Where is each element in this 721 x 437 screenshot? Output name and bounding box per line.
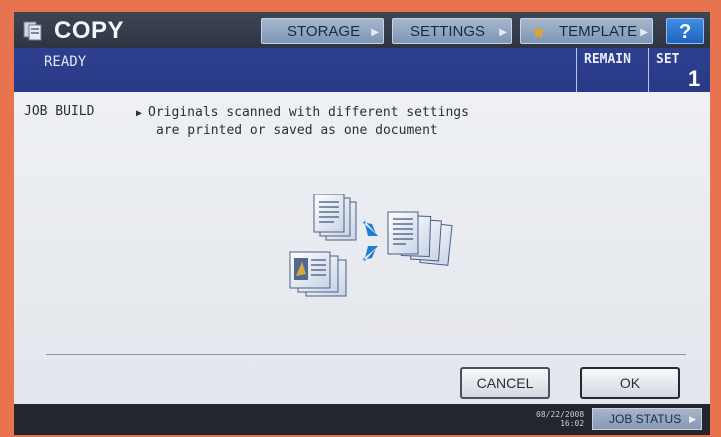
chevron-right-icon: ▶ [689, 414, 696, 424]
footer-bar: 08/22/2008 16:02 JOB STATUS ▶ [14, 404, 710, 435]
chevron-right-icon: ▶ [640, 27, 648, 38]
ok-button[interactable]: OK [580, 367, 680, 399]
status-divider [648, 48, 649, 92]
star-icon: ★ [531, 23, 547, 42]
time-text: 16:02 [560, 419, 585, 428]
date-time-display: 08/22/2008 16:02 [536, 410, 584, 428]
status-bar: READY REMAIN SET 1 [14, 48, 710, 92]
set-label: SET [656, 52, 680, 67]
storage-button[interactable]: STORAGE ▶ [261, 18, 384, 44]
set-count: 1 [688, 66, 701, 91]
settings-button[interactable]: SETTINGS ▶ [392, 18, 512, 44]
help-button[interactable]: ? [666, 18, 704, 44]
status-message: READY [44, 54, 87, 70]
storage-button-label: STORAGE [287, 23, 361, 40]
template-button-label: TEMPLATE [559, 23, 638, 40]
status-divider [576, 48, 577, 92]
app-title: COPY [54, 17, 125, 44]
chevron-right-icon: ▶ [371, 27, 379, 38]
copy-icon [23, 21, 42, 41]
job-status-label: JOB STATUS [609, 412, 682, 426]
description-line-1: Originals scanned with different setting… [148, 105, 469, 120]
bullet-arrow-icon: ▶ [136, 108, 143, 119]
job-build-illustration-icon [289, 194, 453, 297]
chevron-right-icon: ▶ [499, 27, 507, 38]
remain-label: REMAIN [584, 52, 631, 67]
header-bar: COPY STORAGE ▶ SETTINGS ▶ ★ TEMPLATE ▶ ? [14, 12, 710, 48]
template-button[interactable]: ★ TEMPLATE ▶ [520, 18, 653, 44]
function-description: ▶ Originals scanned with different settin… [136, 104, 469, 139]
touch-panel-screen: COPY STORAGE ▶ SETTINGS ▶ ★ TEMPLATE ▶ ?… [14, 12, 710, 435]
function-label: JOB BUILD [24, 104, 95, 119]
divider-line [46, 354, 686, 355]
settings-button-label: SETTINGS [410, 23, 486, 40]
cancel-button[interactable]: CANCEL [460, 367, 550, 399]
date-text: 08/22/2008 [536, 410, 585, 419]
description-line-2: are printed or saved as one document [156, 123, 438, 138]
job-build-panel: JOB BUILD ▶ Originals scanned with differ… [14, 92, 710, 404]
job-status-button[interactable]: JOB STATUS ▶ [592, 408, 702, 430]
